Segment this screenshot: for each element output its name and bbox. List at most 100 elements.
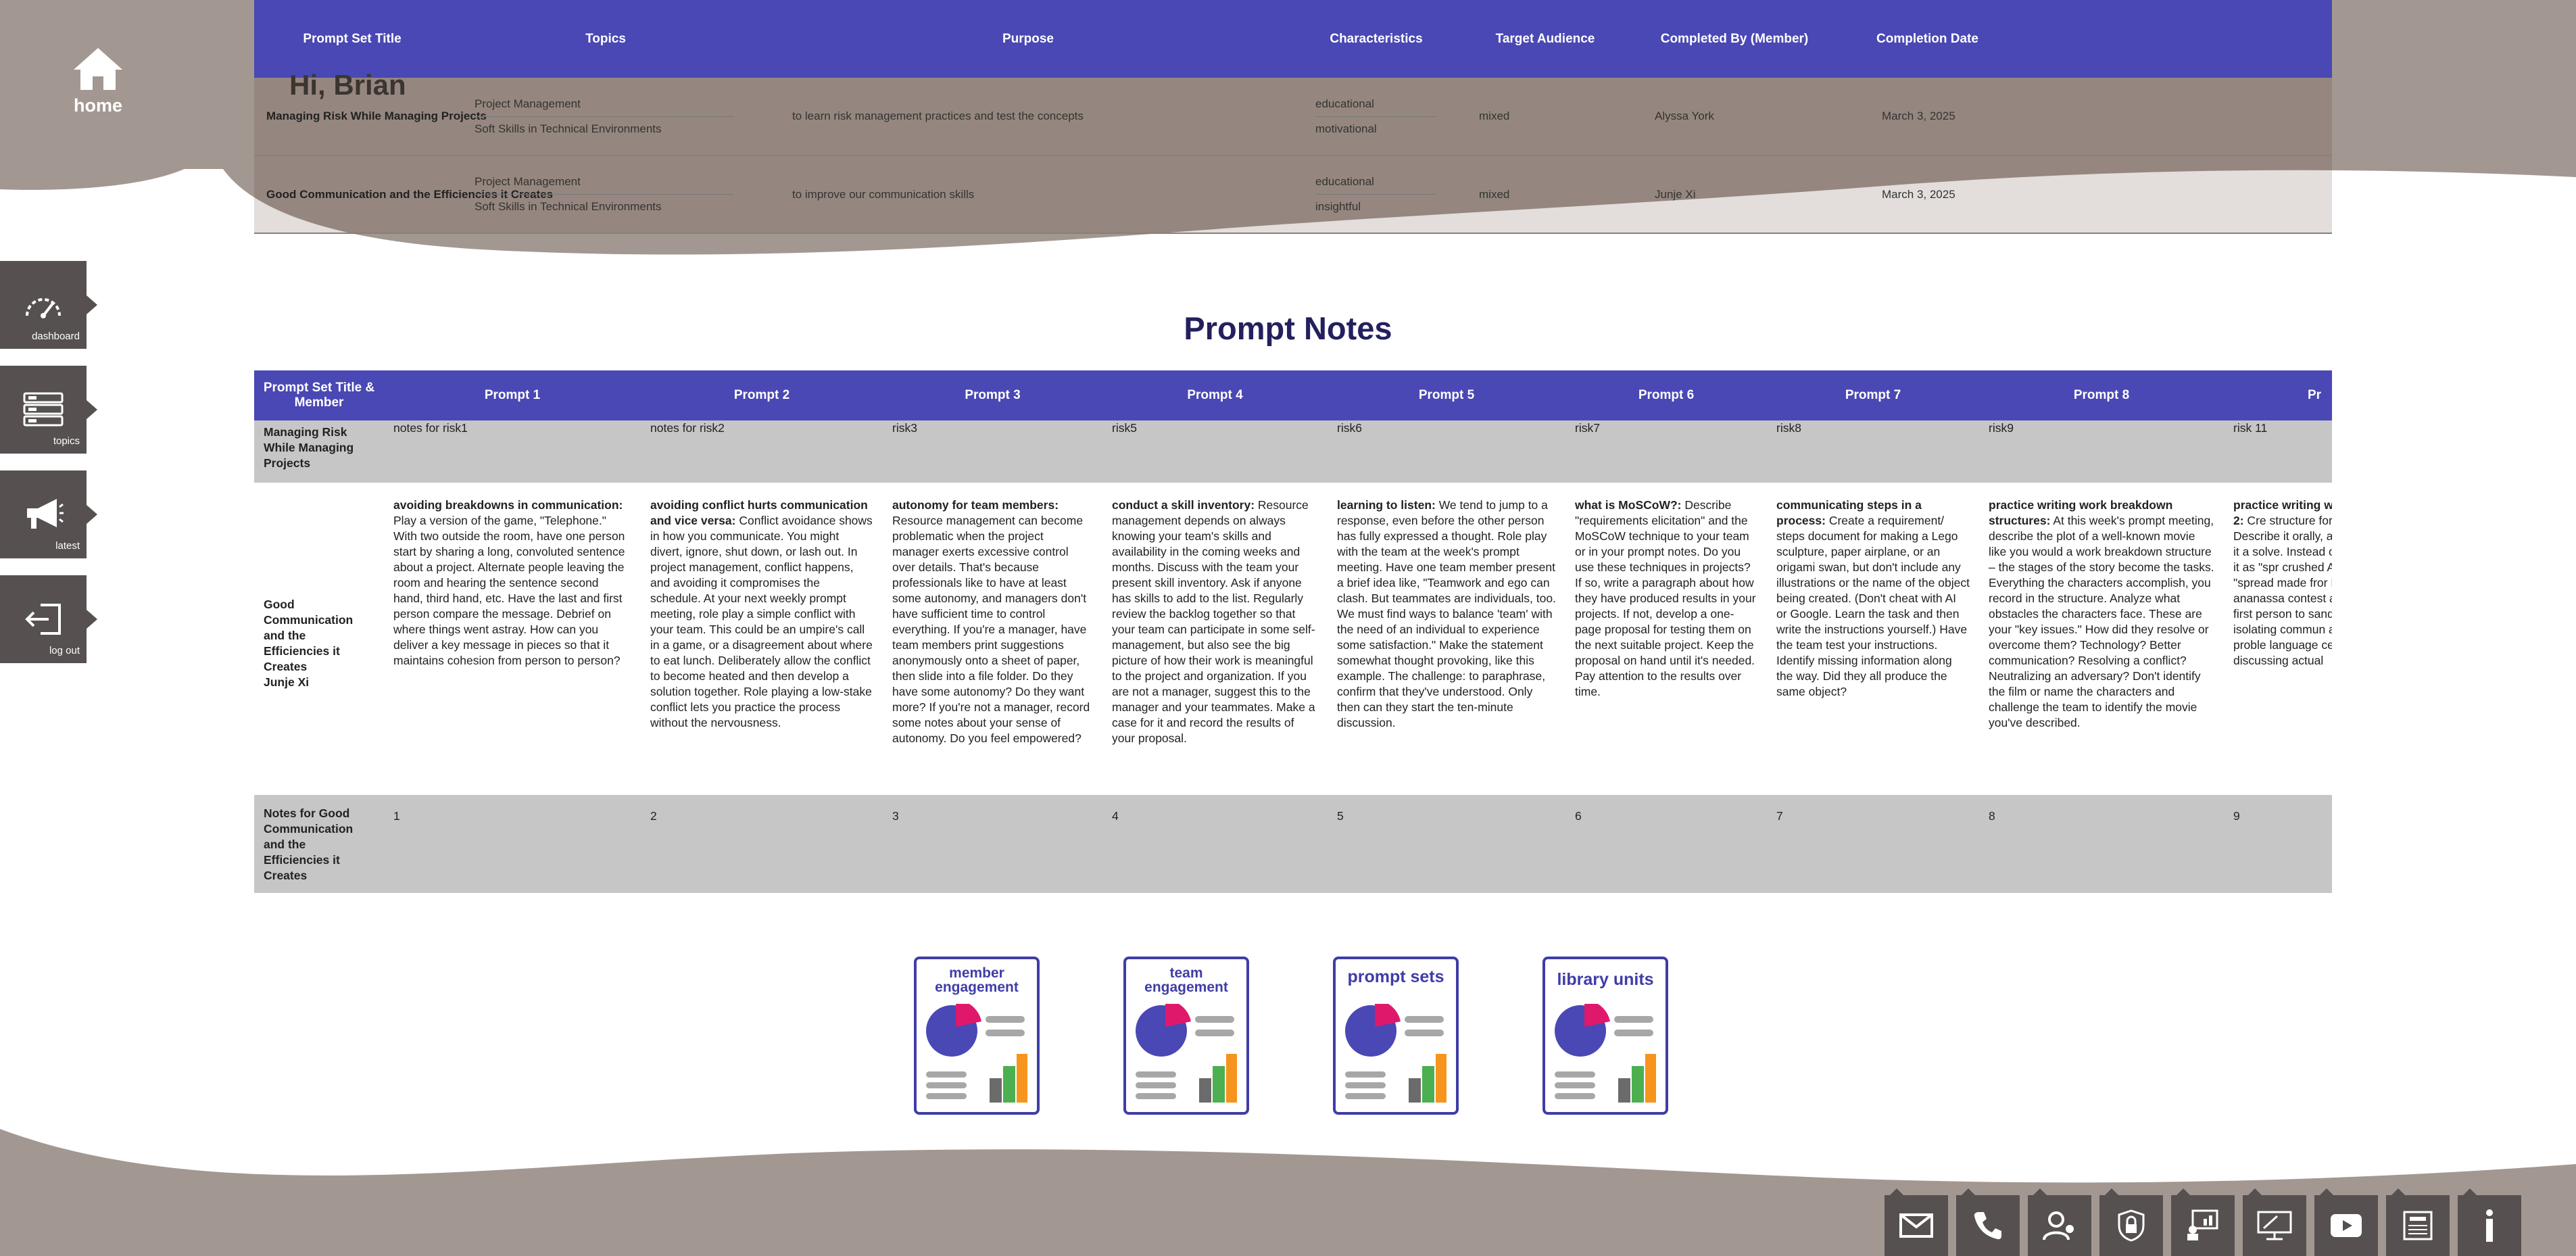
note-cell[interactable]: communicating steps in a process: Create… bbox=[1767, 483, 1979, 795]
legend-bar bbox=[1555, 1071, 1595, 1078]
phone-icon bbox=[1974, 1212, 2001, 1240]
note-cell[interactable]: risk9 bbox=[1979, 420, 2224, 483]
nav-logout[interactable]: log out bbox=[0, 575, 97, 663]
card-team-engagement[interactable]: team engagement bbox=[1123, 957, 1249, 1115]
note-cell[interactable]: learning to listen: We tend to jump to a… bbox=[1328, 483, 1565, 795]
footer-screen[interactable] bbox=[2243, 1188, 2306, 1256]
legend-bar bbox=[986, 1016, 1025, 1023]
col-header-member[interactable]: Completed By (Member) bbox=[1633, 0, 1836, 78]
nav-topics[interactable]: topics bbox=[0, 366, 97, 454]
legend-bar bbox=[1614, 1030, 1653, 1036]
card-member-engagement[interactable]: member engagement bbox=[914, 957, 1040, 1115]
footer-mail[interactable] bbox=[1885, 1188, 1948, 1256]
notes-header-prompt-2[interactable]: Prompt 2 bbox=[641, 370, 883, 420]
table-row[interactable]: Managing Risk While Managing Projects Pr… bbox=[254, 78, 2332, 156]
note-cell[interactable]: practice writing w structures 2: Cre str… bbox=[2224, 483, 2332, 795]
legend-bar bbox=[926, 1071, 967, 1078]
legend-bar bbox=[1136, 1093, 1176, 1099]
note-cell[interactable]: risk6 bbox=[1328, 420, 1565, 483]
notes-header-prompt-7[interactable]: Prompt 7 bbox=[1767, 370, 1979, 420]
note-cell[interactable]: 2 bbox=[641, 795, 883, 893]
characteristic-tag: insightful bbox=[1315, 194, 1437, 219]
card-title: team engagement bbox=[1144, 965, 1228, 995]
note-cell[interactable]: 8 bbox=[1979, 795, 2224, 893]
footer-support[interactable] bbox=[2028, 1188, 2091, 1256]
gauge-icon bbox=[26, 298, 61, 318]
note-cell[interactable]: notes for risk2 bbox=[641, 420, 883, 483]
note-text: Create a requirement/ steps document for… bbox=[1776, 514, 1970, 698]
note-cell[interactable]: risk 11 bbox=[2224, 420, 2332, 483]
legend-bar bbox=[1136, 1071, 1176, 1078]
legend-bar bbox=[986, 1030, 1025, 1036]
note-text: Play a version of the game, "Telephone."… bbox=[393, 514, 625, 667]
note-cell[interactable]: notes for risk1 bbox=[384, 420, 641, 483]
note-cell[interactable]: 1 bbox=[384, 795, 641, 893]
legend-bar bbox=[1136, 1082, 1176, 1088]
footer-phone[interactable] bbox=[1956, 1188, 2020, 1256]
note-cell[interactable]: avoiding breakdowns in communication: Pl… bbox=[384, 483, 641, 795]
note-cell[interactable]: 5 bbox=[1328, 795, 1565, 893]
footer-info[interactable] bbox=[2458, 1188, 2521, 1256]
table-row[interactable]: Notes for Good Communication and the Eff… bbox=[254, 795, 2332, 893]
notes-header-prompt-5[interactable]: Prompt 5 bbox=[1328, 370, 1565, 420]
note-cell[interactable]: practice writing work breakdown structur… bbox=[1979, 483, 2224, 795]
prompt-notes-scroll[interactable]: Prompt Set Title & Member Prompt 1 Promp… bbox=[254, 370, 2332, 893]
table-row[interactable]: Good Communication and the Efficiencies … bbox=[254, 155, 2332, 234]
note-cell[interactable]: avoiding conflict hurts communication an… bbox=[641, 483, 883, 795]
note-cell[interactable]: risk3 bbox=[883, 420, 1102, 483]
report-chart-icon bbox=[1136, 1004, 1237, 1103]
card-prompt-sets[interactable]: prompt sets bbox=[1333, 957, 1459, 1115]
legend-bar bbox=[1405, 1016, 1444, 1023]
bar bbox=[1003, 1066, 1015, 1103]
note-cell[interactable]: 9 bbox=[2224, 795, 2332, 893]
legend-bar bbox=[1614, 1016, 1653, 1023]
notes-header-prompt-9[interactable]: Pr bbox=[2224, 370, 2332, 420]
notes-header-prompt-6[interactable]: Prompt 6 bbox=[1565, 370, 1767, 420]
note-cell[interactable]: 7 bbox=[1767, 795, 1979, 893]
note-text: We tend to jump to a response, even befo… bbox=[1337, 498, 1556, 729]
note-cell[interactable]: 4 bbox=[1102, 795, 1328, 893]
nav-topics-label: topics bbox=[53, 435, 80, 447]
characteristic-tag: motivational bbox=[1315, 116, 1437, 141]
video-icon bbox=[2331, 1214, 2362, 1237]
note-cell[interactable]: 3 bbox=[883, 795, 1102, 893]
notes-row-head-member: Junje Xi bbox=[264, 675, 310, 689]
note-cell[interactable]: risk7 bbox=[1565, 420, 1767, 483]
col-header-characteristics[interactable]: Characteristics bbox=[1295, 0, 1457, 78]
note-heading: what is MoSCoW?: bbox=[1575, 498, 1682, 512]
table-row[interactable]: Managing Risk While Managing Projects no… bbox=[254, 420, 2332, 483]
legend-bar bbox=[1195, 1030, 1234, 1036]
row-title[interactable]: Good Communication and the Efficiencies … bbox=[254, 155, 553, 234]
col-header-date[interactable]: Completion Date bbox=[1836, 0, 2332, 78]
footer-terms[interactable] bbox=[2386, 1188, 2450, 1256]
col-header-title[interactable]: Prompt Set Title bbox=[254, 0, 450, 78]
note-cell[interactable]: 6 bbox=[1565, 795, 1767, 893]
col-header-purpose[interactable]: Purpose bbox=[761, 0, 1295, 78]
footer-privacy[interactable] bbox=[2099, 1188, 2163, 1256]
footer-video[interactable] bbox=[2314, 1188, 2378, 1256]
note-cell[interactable]: risk5 bbox=[1102, 420, 1328, 483]
col-header-audience[interactable]: Target Audience bbox=[1457, 0, 1633, 78]
row-audience: mixed bbox=[1457, 155, 1633, 234]
note-text: At this week's prompt meeting, describe … bbox=[1989, 514, 2214, 729]
home-icon bbox=[74, 47, 122, 90]
screen-icon bbox=[2257, 1211, 2292, 1240]
card-library-units[interactable]: library units bbox=[1542, 957, 1668, 1115]
note-text: Describe "requirements elicitation" and … bbox=[1575, 498, 1756, 698]
notes-header-prompt-3[interactable]: Prompt 3 bbox=[883, 370, 1102, 420]
home-button[interactable]: home bbox=[27, 27, 169, 135]
note-cell[interactable]: what is MoSCoW?: Describe "requirements … bbox=[1565, 483, 1767, 795]
brand-logo: twennie bbox=[20, 182, 182, 231]
col-header-topics[interactable]: Topics bbox=[450, 0, 761, 78]
notes-header-set[interactable]: Prompt Set Title & Member bbox=[254, 370, 384, 420]
notes-header-prompt-8[interactable]: Prompt 8 bbox=[1979, 370, 2224, 420]
note-cell[interactable]: conduct a skill inventory: Resource mana… bbox=[1102, 483, 1328, 795]
table-row[interactable]: Good Communication and the Efficiencies … bbox=[254, 483, 2332, 795]
footer-presentation[interactable] bbox=[2171, 1188, 2235, 1256]
nav-latest[interactable]: latest bbox=[0, 470, 97, 558]
nav-dashboard[interactable]: dashboard bbox=[0, 261, 97, 349]
notes-header-prompt-1[interactable]: Prompt 1 bbox=[384, 370, 641, 420]
notes-header-prompt-4[interactable]: Prompt 4 bbox=[1102, 370, 1328, 420]
note-cell[interactable]: risk8 bbox=[1767, 420, 1979, 483]
note-cell[interactable]: autonomy for team members: Resource mana… bbox=[883, 483, 1102, 795]
